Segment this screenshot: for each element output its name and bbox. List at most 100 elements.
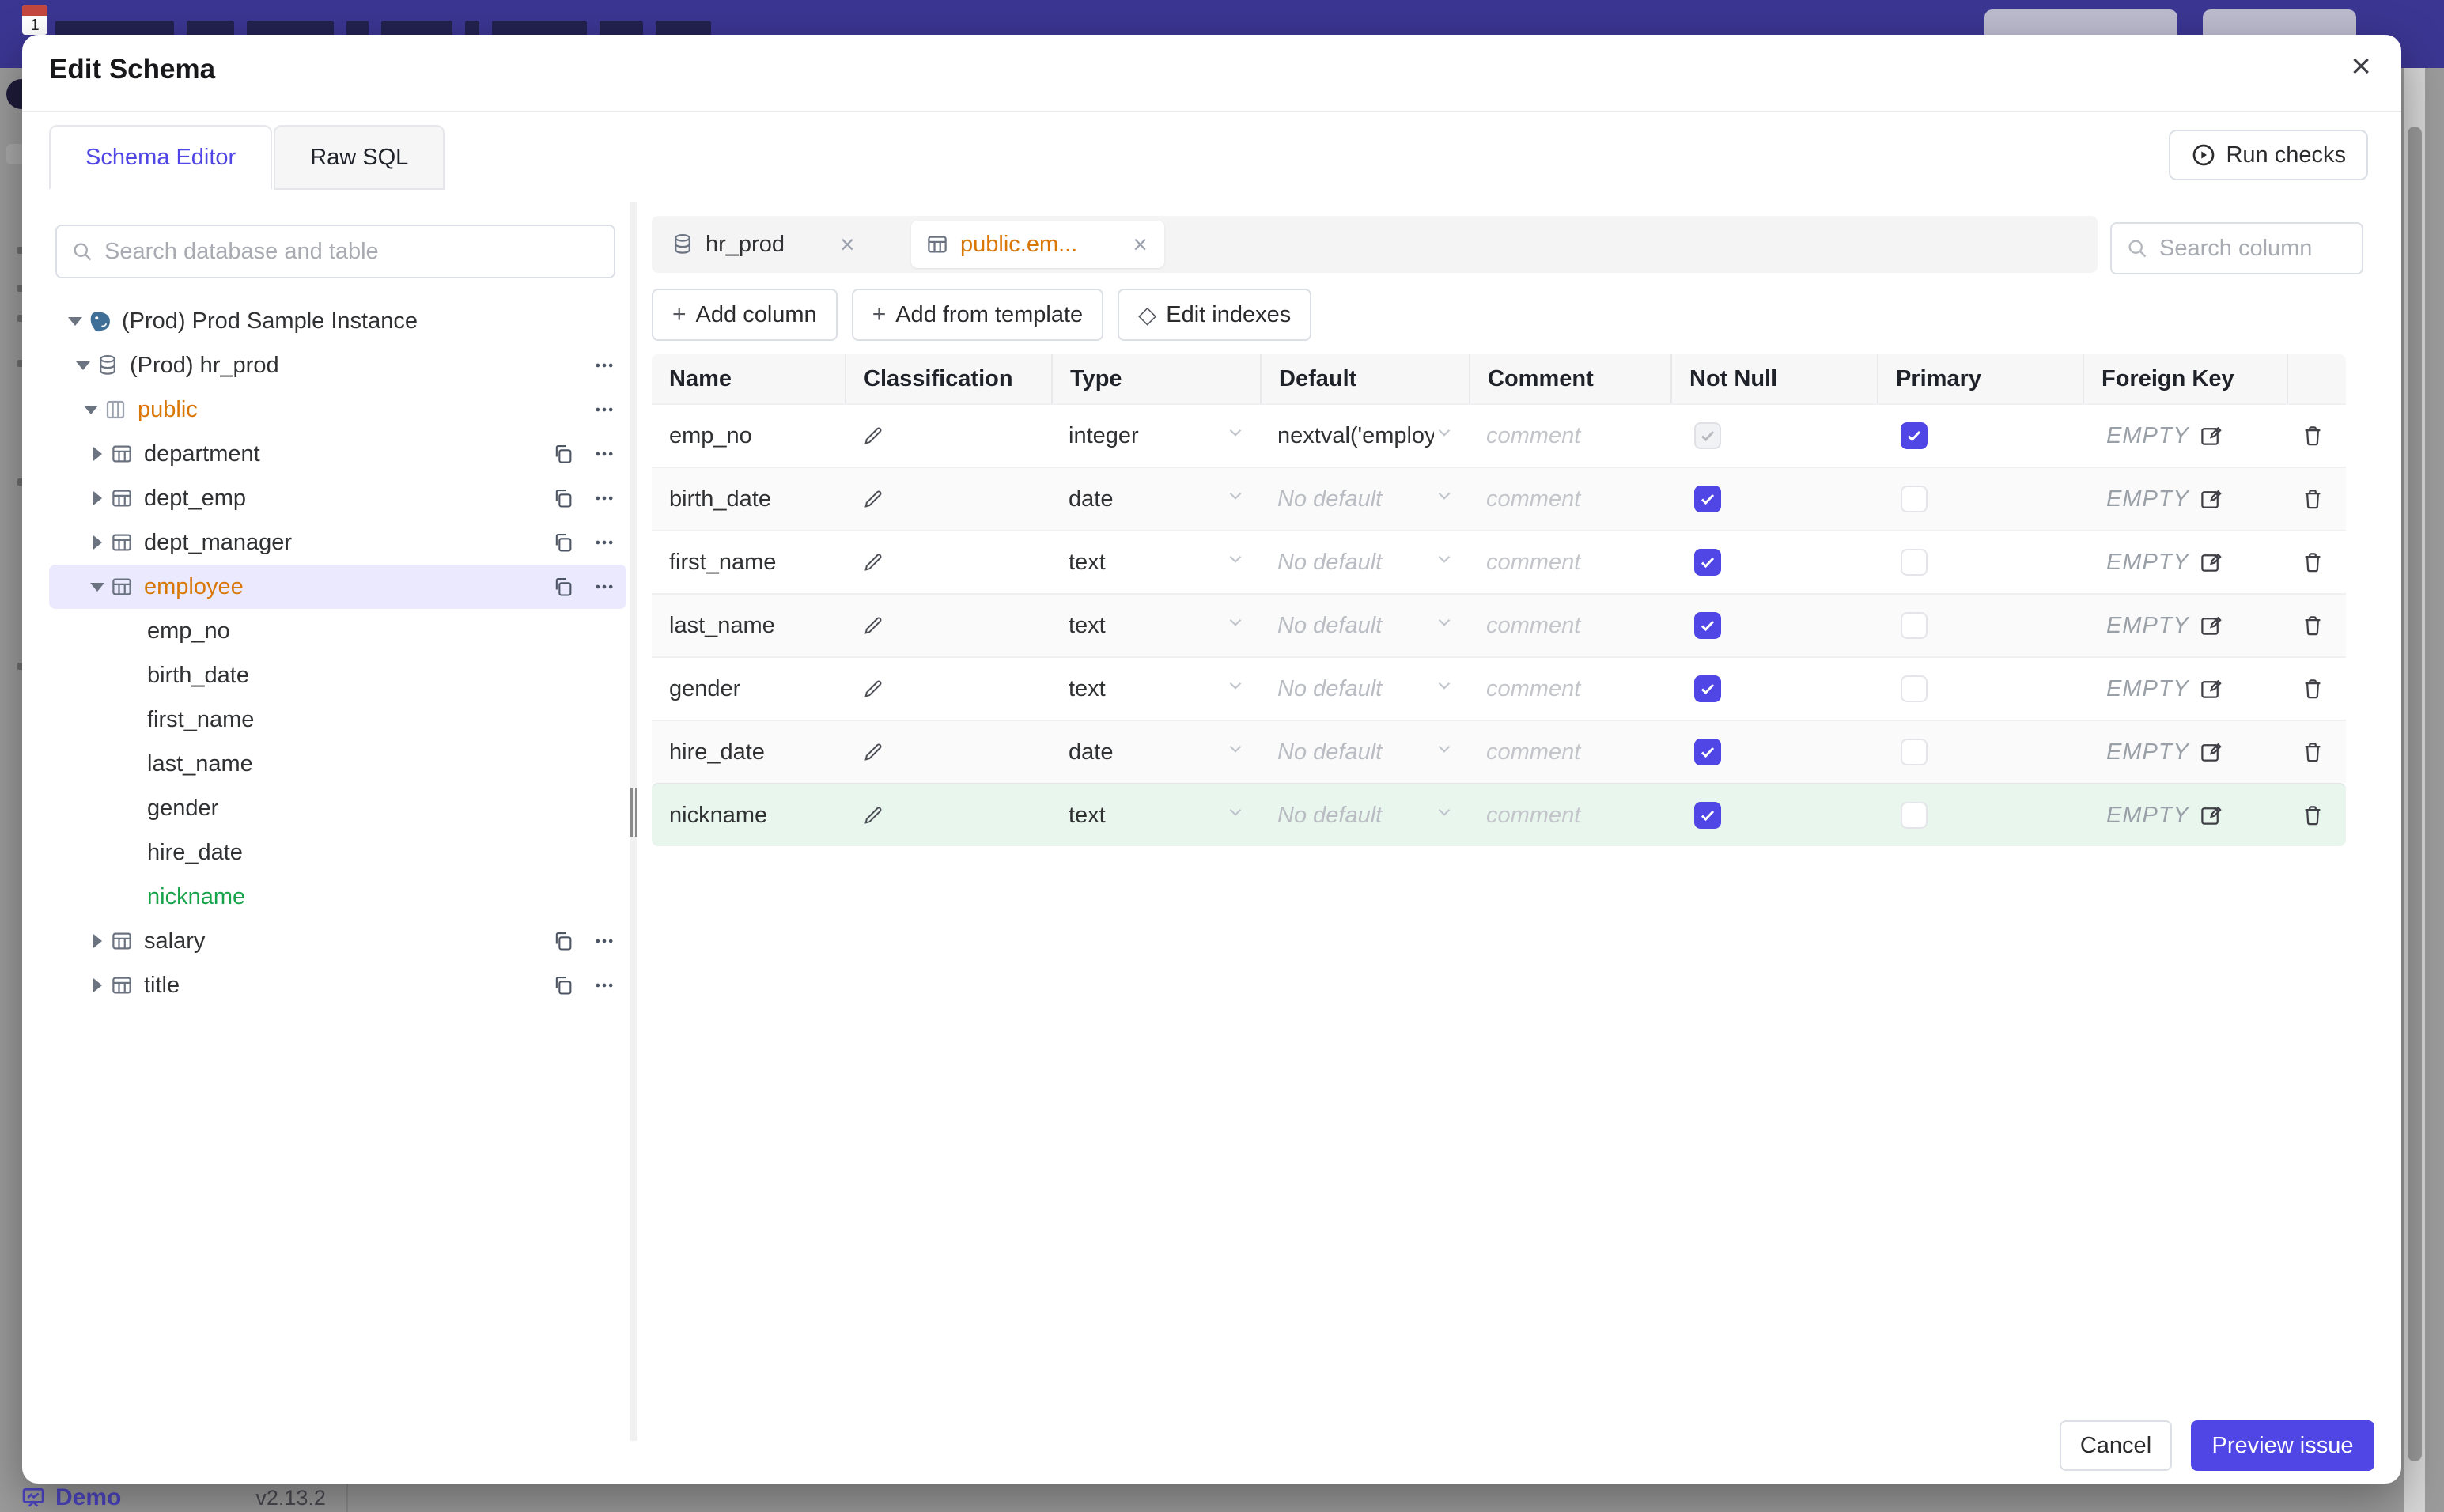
type-select[interactable]: text [1051, 595, 1260, 656]
type-select[interactable]: integer [1051, 405, 1260, 467]
run-checks-button[interactable]: Run checks [2169, 130, 2368, 180]
close-tab-icon[interactable]: × [840, 230, 855, 259]
more-icon[interactable] [593, 443, 615, 465]
tree-item-database[interactable]: (Prod) hr_prod [49, 343, 626, 387]
caret-right-icon[interactable] [85, 491, 109, 505]
not-null-checkbox[interactable] [1694, 486, 1721, 512]
tree-item-schema[interactable]: public [49, 387, 626, 432]
caret-down-icon[interactable] [79, 405, 103, 414]
caret-right-icon[interactable] [85, 447, 109, 461]
type-select[interactable]: date [1051, 721, 1260, 783]
copy-icon[interactable] [552, 576, 574, 598]
tree-item-column[interactable]: gender [49, 786, 626, 830]
comment-input[interactable]: comment [1469, 721, 1670, 783]
primary-checkbox[interactable] [1901, 422, 1928, 449]
cancel-button[interactable]: Cancel [2060, 1420, 2172, 1471]
more-icon[interactable] [593, 487, 615, 509]
column-name-cell[interactable]: last_name [652, 595, 845, 656]
pencil-icon[interactable] [862, 678, 884, 700]
copy-icon[interactable] [552, 930, 574, 952]
comment-input[interactable]: comment [1469, 658, 1670, 720]
column-search-input[interactable]: Search column [2110, 222, 2363, 274]
more-icon[interactable] [593, 531, 615, 554]
demo-link[interactable]: Demo [21, 1484, 121, 1511]
default-select[interactable]: No default [1260, 784, 1469, 846]
caret-down-icon[interactable] [63, 316, 87, 326]
edit-icon[interactable] [2199, 677, 2223, 701]
copy-icon[interactable] [552, 443, 574, 465]
copy-icon[interactable] [552, 974, 574, 996]
trash-icon[interactable] [2301, 803, 2325, 827]
edit-icon[interactable] [2199, 803, 2223, 827]
pencil-icon[interactable] [862, 804, 884, 826]
caret-down-icon[interactable] [85, 582, 109, 592]
classification-cell[interactable] [845, 595, 1051, 656]
editor-tab-hr-prod[interactable]: hr_prod × [656, 221, 902, 268]
classification-cell[interactable] [845, 531, 1051, 593]
tab-raw-sql[interactable]: Raw SQL [274, 125, 445, 190]
not-null-checkbox[interactable] [1694, 549, 1721, 576]
edit-icon[interactable] [2199, 487, 2223, 511]
default-select[interactable]: No default [1260, 595, 1469, 656]
pencil-icon[interactable] [862, 741, 884, 763]
more-icon[interactable] [593, 354, 615, 376]
tab-schema-editor[interactable]: Schema Editor [49, 125, 273, 190]
trash-icon[interactable] [2301, 677, 2325, 701]
not-null-checkbox[interactable] [1694, 675, 1721, 702]
not-null-checkbox[interactable] [1694, 739, 1721, 765]
close-icon[interactable]: × [2351, 49, 2371, 84]
primary-checkbox[interactable] [1901, 802, 1928, 829]
not-null-checkbox[interactable] [1694, 802, 1721, 829]
edit-indexes-button[interactable]: ◇ Edit indexes [1118, 289, 1312, 341]
add-from-template-button[interactable]: + Add from template [851, 289, 1104, 341]
panel-resizer[interactable] [630, 202, 637, 1441]
type-select[interactable]: text [1051, 531, 1260, 593]
trash-icon[interactable] [2301, 487, 2325, 511]
tree-item-column[interactable]: first_name [49, 697, 626, 742]
tree-item-table[interactable]: dept_emp [49, 476, 626, 520]
column-name-cell[interactable]: gender [652, 658, 845, 720]
comment-input[interactable]: comment [1469, 595, 1670, 656]
add-column-button[interactable]: + Add column [652, 289, 838, 341]
trash-icon[interactable] [2301, 424, 2325, 448]
preview-issue-button[interactable]: Preview issue [2191, 1420, 2374, 1471]
trash-icon[interactable] [2301, 550, 2325, 574]
caret-right-icon[interactable] [85, 978, 109, 992]
comment-input[interactable]: comment [1469, 405, 1670, 467]
caret-right-icon[interactable] [85, 934, 109, 948]
primary-checkbox[interactable] [1901, 612, 1928, 639]
tree-item-column[interactable]: hire_date [49, 830, 626, 875]
default-select[interactable]: No default [1260, 658, 1469, 720]
caret-down-icon[interactable] [71, 361, 95, 370]
tree-item-table[interactable]: title [49, 963, 626, 1007]
tree-item-table[interactable]: dept_manager [49, 520, 626, 565]
comment-input[interactable]: comment [1469, 531, 1670, 593]
column-name-cell[interactable]: first_name [652, 531, 845, 593]
close-tab-icon[interactable]: × [1133, 230, 1148, 259]
type-select[interactable]: date [1051, 468, 1260, 530]
primary-checkbox[interactable] [1901, 739, 1928, 765]
editor-tab-public-employee[interactable]: public.em... × [911, 221, 1164, 268]
primary-checkbox[interactable] [1901, 549, 1928, 576]
column-name-cell[interactable]: birth_date [652, 468, 845, 530]
column-name-cell[interactable]: hire_date [652, 721, 845, 783]
pencil-icon[interactable] [862, 425, 884, 447]
copy-icon[interactable] [552, 531, 574, 554]
tree-item-column[interactable]: birth_date [49, 653, 626, 697]
classification-cell[interactable] [845, 721, 1051, 783]
type-select[interactable]: text [1051, 784, 1260, 846]
primary-checkbox[interactable] [1901, 675, 1928, 702]
tree-item-table[interactable]: department [49, 432, 626, 476]
tree-item-column[interactable]: last_name [49, 742, 626, 786]
more-icon[interactable] [593, 399, 615, 421]
more-icon[interactable] [593, 930, 615, 952]
primary-checkbox[interactable] [1901, 486, 1928, 512]
classification-cell[interactable] [845, 405, 1051, 467]
not-null-checkbox[interactable] [1694, 422, 1721, 449]
default-select[interactable]: No default [1260, 468, 1469, 530]
copy-icon[interactable] [552, 487, 574, 509]
trash-icon[interactable] [2301, 614, 2325, 637]
column-name-cell[interactable]: emp_no [652, 405, 845, 467]
tree-item-table[interactable]: salary [49, 919, 626, 963]
edit-icon[interactable] [2199, 424, 2223, 448]
